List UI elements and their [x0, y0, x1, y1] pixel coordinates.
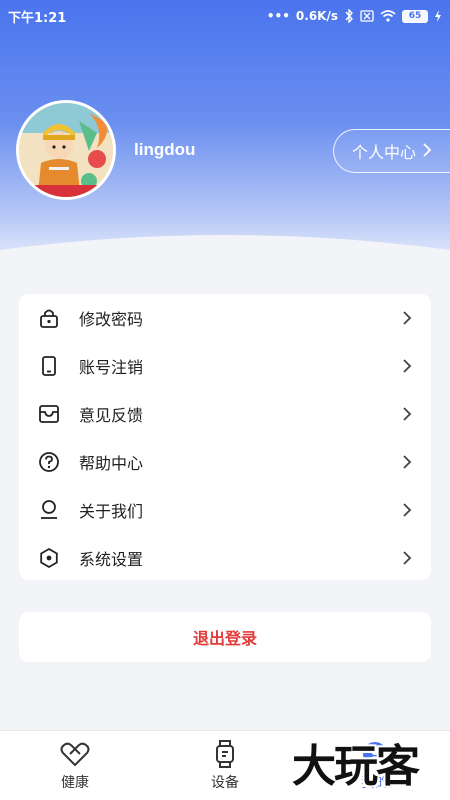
chevron-right-icon: [401, 454, 413, 470]
menu-item-label: 意见反馈: [79, 406, 144, 425]
tab-health[interactable]: 健康: [0, 731, 150, 800]
chevron-right-icon: [401, 550, 413, 566]
health-icon: [60, 740, 90, 768]
settings-icon: [37, 546, 61, 570]
chevron-right-icon: [401, 358, 413, 374]
sim-off-icon: [360, 10, 374, 22]
tab-label: 设备: [211, 774, 239, 791]
logout-label: 退出登录: [192, 629, 257, 648]
screen: 下午1:21 ••• 0.6K/s 65 lingdou 个人中心 修改密码 账…: [0, 0, 450, 800]
menu-item-cancel-account[interactable]: 账号注销: [19, 342, 431, 390]
tab-label: 健康: [61, 774, 89, 791]
lock-icon: [37, 306, 61, 330]
menu-item-system-settings[interactable]: 系统设置: [19, 534, 431, 582]
avatar[interactable]: [16, 100, 116, 200]
watch-icon: [210, 739, 240, 768]
menu-item-about-us[interactable]: 关于我们: [19, 486, 431, 534]
settings-menu: 修改密码 账号注销 意见反馈 帮助中心 关于我们 系统设置: [19, 294, 431, 580]
battery-icon: 65: [402, 9, 428, 23]
menu-item-label: 账号注销: [79, 358, 144, 377]
username: lingdou: [134, 140, 196, 159]
battery-level: 65: [408, 11, 422, 21]
inbox-icon: [37, 402, 61, 426]
menu-item-help-center[interactable]: 帮助中心: [19, 438, 431, 486]
status-icons: ••• 0.6K/s 65: [267, 9, 442, 23]
chevron-right-icon: [422, 142, 432, 161]
header-curve: [0, 235, 450, 285]
phone-icon: [37, 354, 61, 378]
personal-center-label: 个人中心: [352, 143, 417, 162]
menu-item-label: 帮助中心: [79, 454, 144, 473]
tab-device[interactable]: 设备: [150, 731, 300, 800]
bluetooth-icon: [344, 9, 354, 23]
chevron-right-icon: [401, 406, 413, 422]
chevron-right-icon: [401, 502, 413, 518]
status-bar: 下午1:21 ••• 0.6K/s 65: [0, 0, 450, 32]
menu-item-change-password[interactable]: 修改密码: [19, 294, 431, 342]
help-icon: [37, 450, 61, 474]
logout-button[interactable]: 退出登录: [19, 612, 431, 662]
dots-icon: •••: [266, 9, 290, 23]
charging-icon: [434, 10, 442, 22]
network-speed: 0.6K/s: [295, 9, 338, 23]
menu-item-label: 系统设置: [79, 550, 144, 569]
chevron-right-icon: [401, 310, 413, 326]
menu-item-label: 关于我们: [79, 502, 144, 521]
user-icon: [37, 498, 61, 522]
wifi-icon: [380, 10, 396, 22]
menu-item-label: 修改密码: [79, 310, 144, 329]
watermark: 大玩客: [292, 741, 420, 792]
status-time: 下午1:21: [8, 10, 67, 26]
personal-center-button[interactable]: 个人中心: [333, 129, 450, 173]
menu-item-feedback[interactable]: 意见反馈: [19, 390, 431, 438]
